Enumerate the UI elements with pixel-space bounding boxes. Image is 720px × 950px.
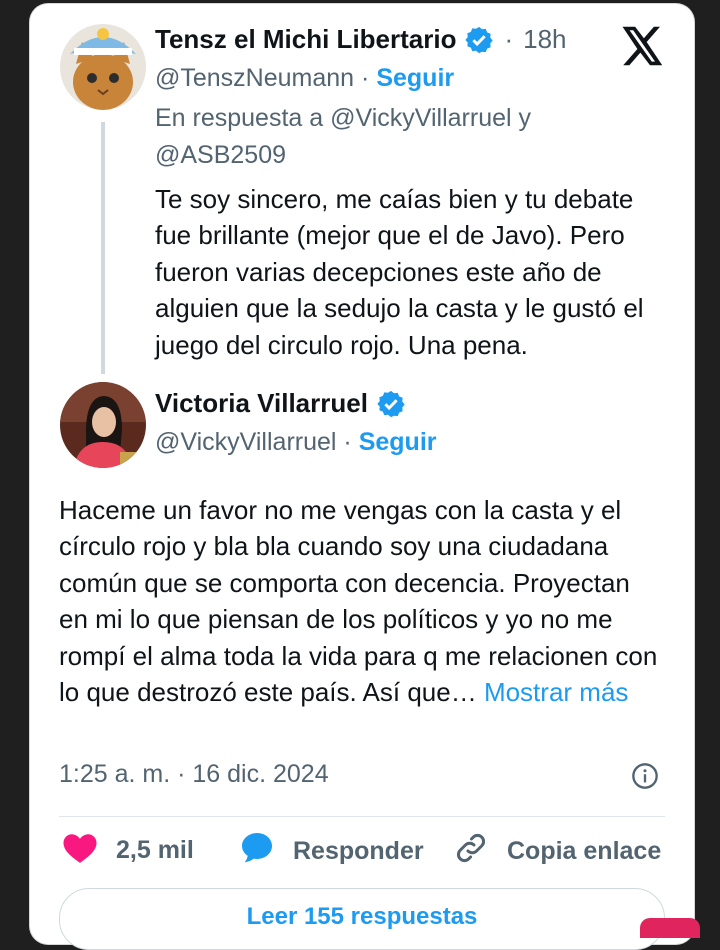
copy-link-label: Copia enlace: [507, 837, 662, 865]
heart-icon: [62, 830, 116, 871]
main-author-name[interactable]: Victoria Villarruel: [155, 388, 368, 419]
follow-button-tensz[interactable]: Seguir: [376, 64, 454, 92]
likes-count: 2,5 mil: [116, 836, 194, 864]
tweet-embed-card: Tensz el Michi Libertario · 18h @TenszNe…: [30, 4, 694, 950]
speech-bubble-icon: [239, 830, 293, 873]
reply-time-ago[interactable]: 18h: [523, 24, 566, 55]
info-icon[interactable]: [631, 762, 659, 795]
show-more-link[interactable]: Mostrar más: [484, 677, 628, 707]
divider: [59, 816, 665, 817]
reply-label: Responder: [293, 837, 424, 865]
avatar-tensz[interactable]: [60, 24, 146, 110]
x-logo-icon[interactable]: [622, 26, 664, 71]
main-handle[interactable]: @VickyVillarruel: [155, 428, 336, 456]
reply-action[interactable]: Responder: [239, 830, 424, 873]
handle-separator: ·: [343, 428, 352, 456]
reply-tweet-text: Te soy sincero, me caías bien y tu debat…: [155, 184, 644, 360]
main-handle-row: @VickyVillarruel · Seguir: [155, 428, 437, 457]
link-icon: [453, 830, 507, 873]
main-author-row: Victoria Villarruel: [155, 388, 406, 419]
reply-handle-row: @TenszNeumann · Seguir: [155, 64, 454, 93]
main-tweet-text: Haceme un favor no me vengas con la cast…: [59, 495, 658, 708]
time-separator: ·: [504, 24, 514, 54]
notification-badge: [640, 918, 700, 938]
main-tweet-text-block: Haceme un favor no me vengas con la cast…: [59, 492, 659, 710]
handle-separator: ·: [361, 64, 370, 92]
follow-button-victoria[interactable]: Seguir: [359, 428, 437, 456]
tweet-timestamp[interactable]: 1:25 a. m. · 16 dic. 2024: [59, 760, 329, 789]
verified-badge-icon: [376, 389, 406, 419]
like-action[interactable]: 2,5 mil: [62, 830, 194, 871]
copy-link-action[interactable]: Copia enlace: [453, 830, 661, 873]
read-replies-button[interactable]: Leer 155 respuestas: [59, 888, 665, 950]
reply-context[interactable]: En respuesta a @VickyVillarruel y @ASB25…: [155, 100, 635, 174]
reply-handle[interactable]: @TenszNeumann: [155, 64, 354, 92]
avatar-victoria[interactable]: [60, 382, 146, 468]
verified-badge-icon: [464, 25, 494, 55]
thread-line: [101, 122, 105, 374]
reply-author-name[interactable]: Tensz el Michi Libertario: [155, 24, 456, 55]
reply-author-row: Tensz el Michi Libertario · 18h: [155, 24, 567, 55]
